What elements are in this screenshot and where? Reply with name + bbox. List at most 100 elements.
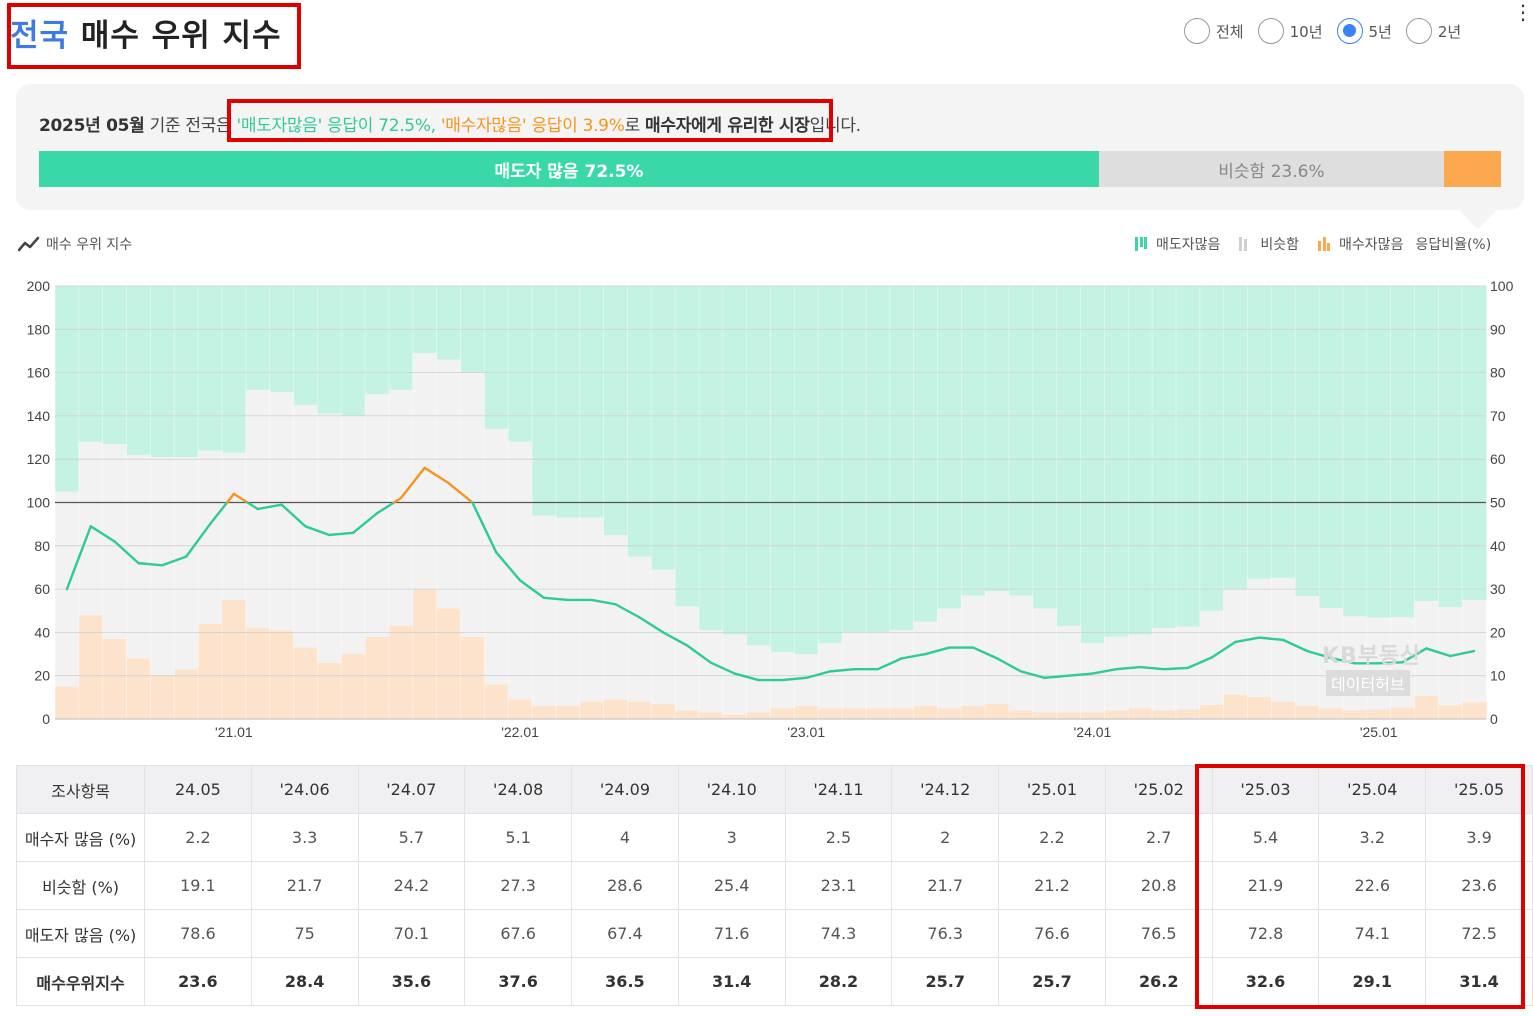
table-row-label: 매수자 많음 (%) — [15, 813, 146, 862]
table-row-label: 매수우위지수 — [15, 957, 146, 1006]
table-cell: 31.4 — [677, 957, 786, 1006]
table-cell: 74.3 — [784, 909, 893, 958]
bar-similar-37 — [937, 608, 962, 709]
left-tick-label: 60 — [34, 581, 50, 597]
right-tick-label: 40 — [1490, 538, 1506, 554]
bar-similar-40 — [1009, 595, 1034, 711]
bar-buyer-44 — [1104, 710, 1129, 719]
bar-buyer-3 — [126, 658, 151, 719]
right-tick-label: 60 — [1490, 451, 1506, 467]
table-col-header-3: '24.08 — [464, 765, 573, 814]
bar-seller-1 — [78, 286, 104, 442]
bar-seller-35 — [889, 286, 915, 631]
left-tick-label: 80 — [34, 538, 50, 554]
radio-circle[interactable] — [1405, 18, 1432, 44]
legend-seller-label: 매도자많음 — [1156, 237, 1221, 253]
bar-seller-55 — [1366, 286, 1392, 618]
table-header-label: 조사항목 — [15, 765, 146, 814]
bar-seller-50 — [1247, 286, 1272, 579]
bar-seller-6 — [198, 286, 223, 451]
right-tick-label: 0 — [1490, 711, 1498, 727]
bar-seller-51 — [1271, 286, 1296, 578]
bar-seller-8 — [245, 286, 271, 390]
table-cell: 23.1 — [784, 861, 893, 910]
bar-seller-0 — [55, 286, 80, 492]
bar-seller-18 — [484, 286, 509, 429]
bar-buyer-2 — [102, 638, 128, 719]
radio-circle[interactable] — [1336, 18, 1363, 44]
more-options-icon[interactable]: ⋮ — [1513, 2, 1533, 22]
period-option-label: 5년 — [1368, 22, 1392, 41]
bar-similar-22 — [579, 517, 605, 702]
bar-buyer-59 — [1462, 702, 1487, 719]
bar-buyer-37 — [937, 708, 962, 719]
bar-seller-59 — [1462, 286, 1487, 600]
table-cell: 25.7 — [891, 957, 1000, 1006]
legend-similar[interactable]: 비슷함 — [1238, 234, 1299, 254]
table-cell: 67.6 — [464, 909, 573, 958]
bar-buyer-23 — [603, 699, 628, 719]
table-cell: 25.7 — [998, 957, 1106, 1006]
legend-buyer[interactable]: 매수자많음 — [1317, 234, 1403, 254]
right-axis-unit: 응답비율(%) — [1415, 237, 1492, 253]
bar-seller-4 — [150, 286, 175, 458]
bar-seller-31 — [794, 286, 819, 655]
x-tick-label-1: '22.01 — [501, 724, 539, 740]
bar-buyer-29 — [746, 712, 772, 719]
radio-circle[interactable] — [1184, 18, 1210, 44]
bar-buyer-50 — [1247, 696, 1272, 719]
bar-buyer-36 — [913, 706, 939, 719]
period-option-2[interactable]: 5년 — [1336, 18, 1392, 44]
table-col-header-0: 24.05 — [144, 765, 252, 814]
right-tick-label: 90 — [1490, 321, 1506, 337]
period-option-1[interactable]: 10년 — [1257, 18, 1323, 44]
watermark-sub: 데이터허브 — [1326, 670, 1410, 696]
bar-seller-21 — [555, 286, 581, 518]
bar-buyer-57 — [1414, 695, 1439, 719]
table-cell: 67.4 — [571, 909, 679, 958]
index-line-seg-46 — [1162, 666, 1190, 671]
line-chart-icon — [18, 236, 40, 252]
bar-seller-3 — [126, 286, 151, 455]
bar-buyer-18 — [484, 684, 509, 719]
bar-buyer-47 — [1175, 709, 1201, 719]
bar-similar-42 — [1056, 625, 1082, 713]
bar-buyer-42 — [1056, 712, 1082, 719]
bar-seller-11 — [317, 286, 342, 414]
bar-buyer-33 — [842, 708, 867, 719]
bar-similar-15 — [412, 353, 438, 590]
table-cell: 4 — [571, 813, 679, 862]
bar-seller-32 — [818, 286, 843, 644]
bar-buyer-41 — [1032, 712, 1058, 719]
table-col-header-7: '24.12 — [891, 765, 1000, 814]
bar-seller-40 — [1009, 286, 1034, 596]
bar-similar-24 — [627, 556, 652, 702]
bar-similar-45 — [1128, 634, 1153, 709]
period-selector[interactable]: 전체 10년 5년 2년 — [1184, 18, 1475, 44]
bar-seller-12 — [341, 286, 366, 416]
bar-buyer-58 — [1438, 705, 1463, 719]
period-option-3[interactable]: 2년 — [1405, 18, 1461, 44]
table-cell: 28.2 — [784, 957, 893, 1006]
x-tick-label-3: '24.01 — [1074, 724, 1112, 740]
bar-buyer-45 — [1128, 708, 1153, 719]
radio-circle[interactable] — [1257, 18, 1284, 44]
left-tick-label: 200 — [27, 278, 51, 294]
x-tick-label-2: '23.01 — [787, 724, 825, 740]
bar-seller-10 — [293, 286, 318, 406]
bar-seller-41 — [1032, 286, 1058, 609]
right-tick-label: 80 — [1490, 365, 1506, 381]
bar-buyer-9 — [269, 630, 295, 719]
period-option-0[interactable]: 전체 — [1184, 18, 1244, 44]
bar-buyer-24 — [627, 701, 652, 719]
bar-seller-27 — [698, 286, 724, 631]
table-cell: 28.4 — [250, 957, 359, 1006]
bar-seller-15 — [412, 286, 438, 354]
table-cell: 76.6 — [998, 909, 1106, 958]
bar-buyer-54 — [1342, 710, 1368, 719]
bar-buyer-4 — [150, 675, 175, 719]
bar-seller-28 — [722, 286, 748, 635]
bar-buyer-35 — [889, 708, 915, 719]
legend-seller[interactable]: 매도자많음 — [1134, 234, 1220, 254]
bar-seller-23 — [603, 286, 628, 535]
